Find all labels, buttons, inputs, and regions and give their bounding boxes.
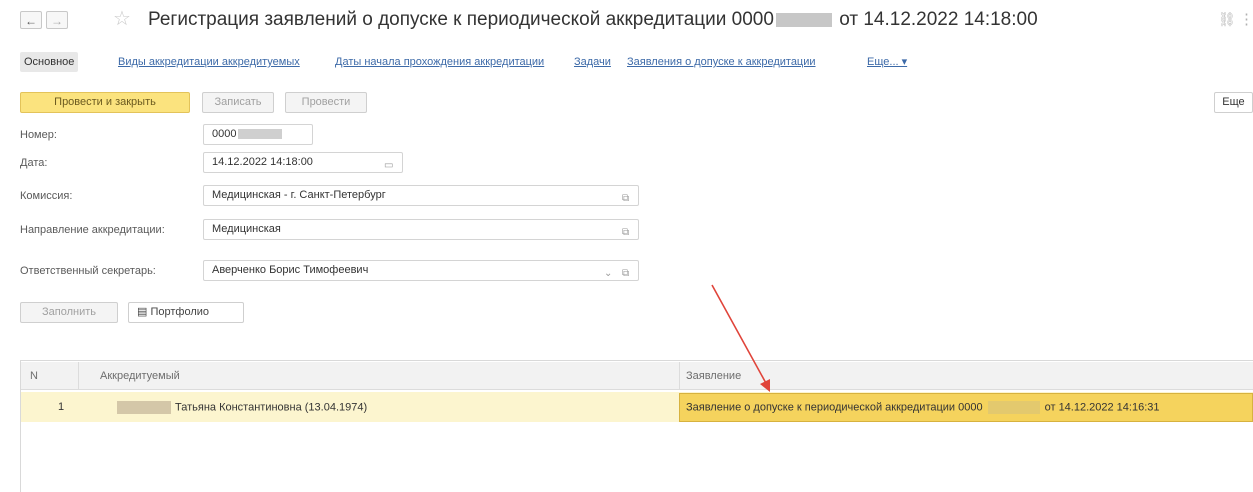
- title-prefix: Регистрация заявлений о допуске к период…: [148, 9, 774, 30]
- commission-field[interactable]: Медицинская - г. Санкт-Петербург ⧉: [203, 185, 639, 206]
- row-number: 1: [58, 401, 65, 413]
- dropdown-icon[interactable]: ⌄: [604, 264, 612, 280]
- secretary-field[interactable]: Аверченко Борис Тимофеевич ⌄ ⧉: [203, 260, 639, 281]
- secretary-value: Аверченко Борис Тимофеевич: [212, 264, 369, 276]
- tab-start-dates[interactable]: Даты начала прохождения аккредитации: [335, 56, 544, 68]
- accredited-name: Татьяна Константиновна (13.04.1974): [175, 401, 368, 414]
- link-icon[interactable]: ⛓: [1218, 11, 1236, 28]
- open-link-icon[interactable]: ⧉: [622, 264, 629, 280]
- page-title: Регистрация заявлений о допуске к период…: [148, 9, 1038, 31]
- table-header: [21, 362, 1253, 390]
- number-field[interactable]: 0000: [203, 124, 313, 145]
- portfolio-label: Портфолио: [150, 306, 209, 318]
- back-arrow-icon: ←: [25, 14, 37, 28]
- annotation-arrow-icon: [711, 284, 770, 392]
- number-value: 0000: [212, 128, 237, 140]
- date-field[interactable]: 14.12.2022 14:18:00 ▭: [203, 152, 403, 173]
- save-button[interactable]: Записать: [202, 92, 274, 113]
- list-icon: ▤: [137, 306, 151, 318]
- star-icon[interactable]: ☆: [113, 8, 131, 30]
- column-header-n[interactable]: N: [30, 370, 38, 382]
- application-text: Заявление о допуске к периодической аккр…: [686, 401, 983, 414]
- open-link-icon[interactable]: ⧉: [622, 223, 629, 239]
- commission-label: Комиссия:: [20, 190, 73, 202]
- direction-field[interactable]: Медицинская ⧉: [203, 219, 639, 240]
- calendar-icon[interactable]: ▭: [384, 156, 393, 172]
- post-button[interactable]: Провести: [285, 92, 367, 113]
- redacted-name: [117, 401, 171, 414]
- back-button[interactable]: ←: [20, 11, 42, 29]
- application-date: от 14.12.2022 14:16:31: [1044, 401, 1160, 414]
- portfolio-button[interactable]: ▤ Портфолио: [128, 302, 244, 323]
- column-divider: [78, 362, 79, 390]
- more-button[interactable]: Еще: [1214, 92, 1253, 113]
- fill-button[interactable]: Заполнить: [20, 302, 118, 323]
- redacted-number: [775, 12, 832, 27]
- open-link-icon[interactable]: ⧉: [622, 189, 629, 205]
- secretary-label: Ответственный секретарь:: [20, 265, 156, 277]
- tab-main[interactable]: Основное: [20, 52, 79, 72]
- number-label: Номер:: [20, 129, 57, 141]
- tab-more[interactable]: Еще... ▾: [867, 56, 907, 68]
- title-suffix: от 14.12.2022 14:18:00: [839, 9, 1038, 30]
- date-label: Дата:: [20, 157, 48, 169]
- column-header-accredited[interactable]: Аккредитуемый: [100, 370, 180, 382]
- direction-value: Медицинская: [212, 223, 281, 235]
- tab-applications[interactable]: Заявления о допуске к аккредитации: [627, 56, 816, 68]
- forward-arrow-icon: →: [51, 14, 63, 28]
- tab-tasks[interactable]: Задачи: [574, 56, 611, 68]
- forward-button[interactable]: →: [46, 11, 68, 29]
- post-and-close-button[interactable]: Провести и закрыть: [20, 92, 190, 113]
- date-value: 14.12.2022 14:18:00: [212, 156, 313, 168]
- vertical-dots-icon[interactable]: ⋮: [1239, 10, 1253, 28]
- tab-accreditation-types[interactable]: Виды аккредитации аккредитуемых: [118, 56, 300, 68]
- accredited-cell[interactable]: Татьяна Константиновна (13.04.1974): [117, 401, 367, 414]
- redacted-number: [987, 401, 1040, 414]
- redacted-number: [238, 129, 283, 140]
- commission-value: Медицинская - г. Санкт-Петербург: [212, 189, 386, 201]
- application-cell[interactable]: Заявление о допуске к периодической аккр…: [686, 401, 1160, 414]
- column-divider: [679, 362, 680, 390]
- direction-label: Направление аккредитации:: [20, 224, 165, 236]
